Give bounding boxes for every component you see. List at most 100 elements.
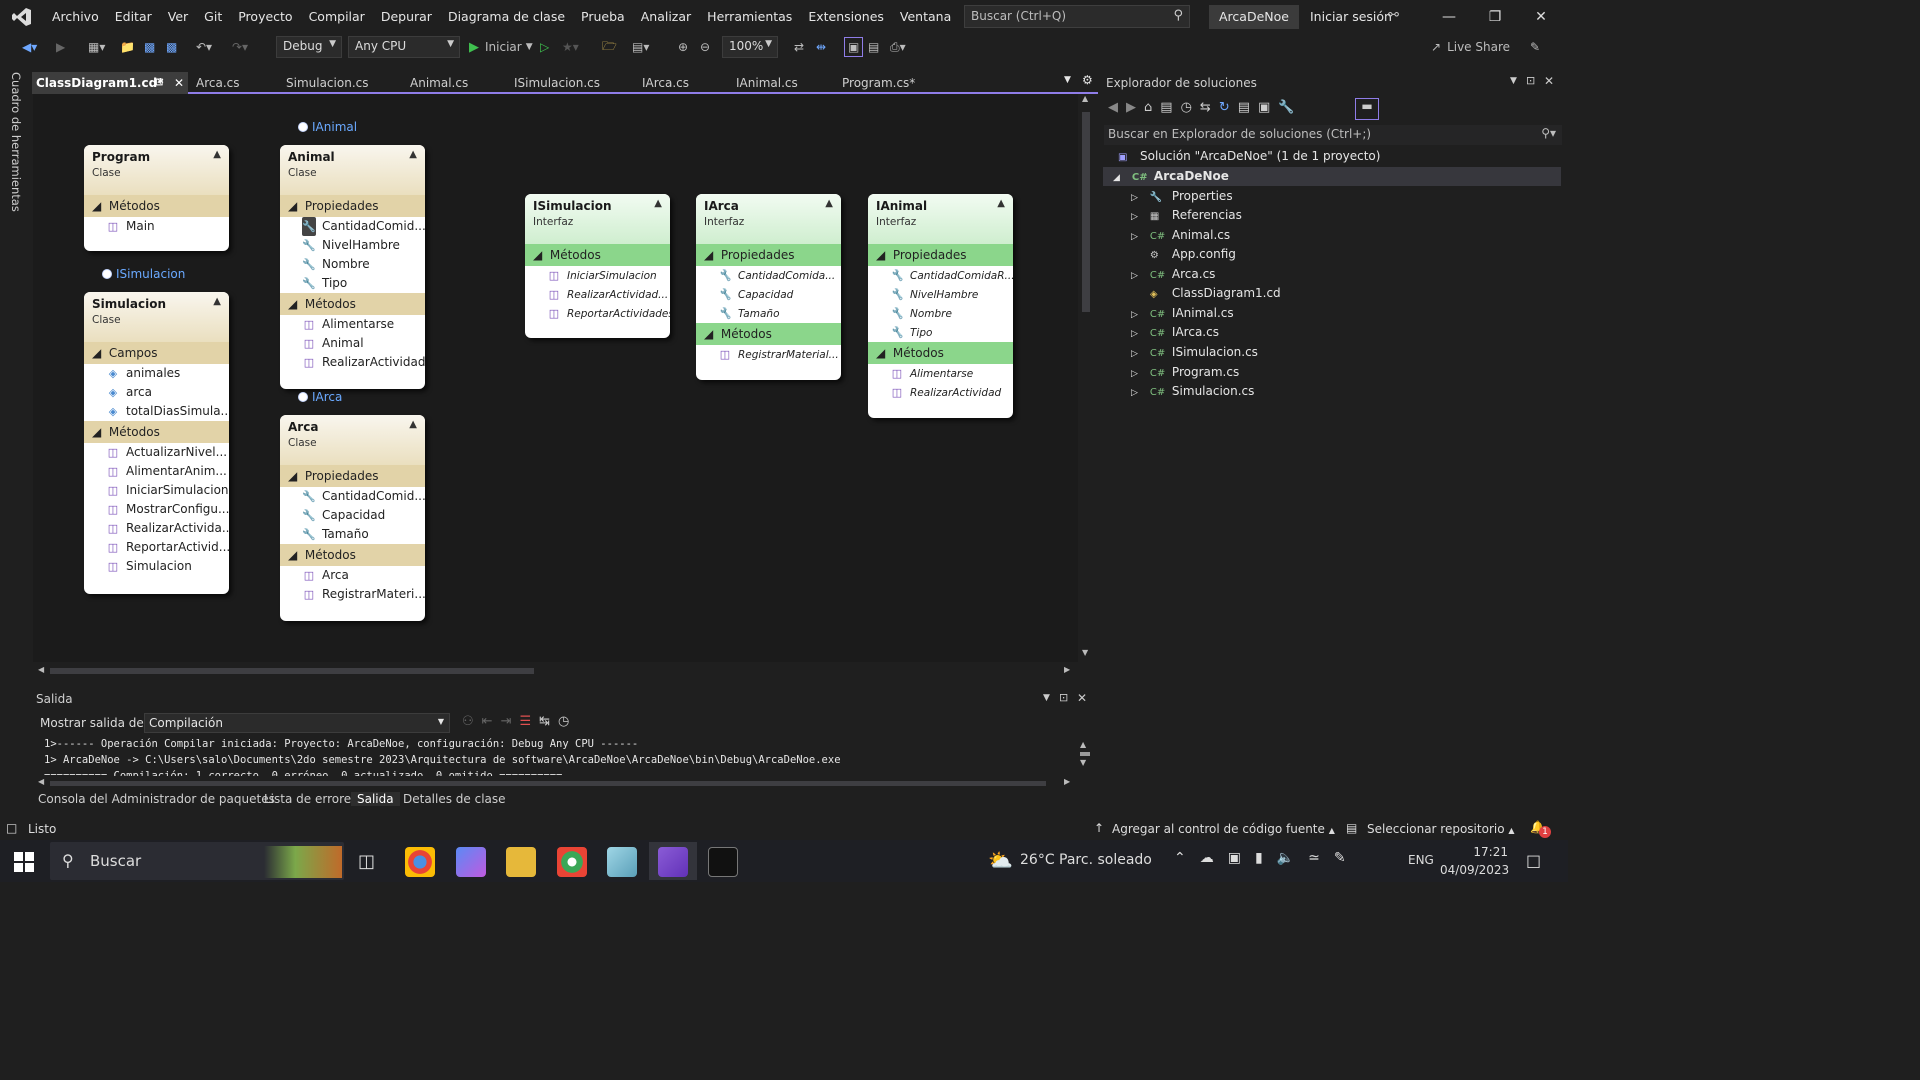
open-icon[interactable]: 📁 [120,37,135,57]
se-menu-icon[interactable]: ▼ [1510,76,1517,86]
section-propiedades[interactable]: ◢ Propiedades [280,195,425,217]
member-method[interactable]: ◫ Alimentarse [868,364,1013,383]
member-property[interactable]: 🔧 CantidadComid... [280,217,425,236]
section-campos[interactable]: ◢ Campos [84,342,229,364]
menu-extensiones[interactable]: Extensiones [800,0,892,33]
save-icon[interactable]: ▩ [144,37,155,57]
add-source-control-button[interactable]: Agregar al control de código fuente ▲ [1112,822,1335,836]
member-field[interactable]: ◈ arca [84,383,229,402]
member-property[interactable]: 🔧 CantidadComid... [280,487,425,506]
section-propiedades[interactable]: ◢ Propiedades [868,244,1013,266]
member-method[interactable]: ◫ IniciarSimulacion [84,481,229,500]
member-property[interactable]: 🔧 Capacidad [280,506,425,525]
tab-program[interactable]: Program.cs* [838,72,950,94]
output-menu-icon[interactable]: ▼ [1043,693,1050,703]
taskbar-search[interactable]: ⚲ Buscar [50,842,344,880]
member-method[interactable]: ◫ ReportarActivid... [84,538,229,557]
member-field[interactable]: ◈ totalDiasSimula... [84,402,229,421]
tab-package-console[interactable]: Consola del Administrador de paquetes [38,792,275,806]
section-metodos[interactable]: ◢ Métodos [280,544,425,566]
menu-proyecto[interactable]: Proyecto [230,0,300,33]
member-field[interactable]: ◈ animales [84,364,229,383]
collapse-icon[interactable]: ▲ [409,419,417,430]
member-main[interactable]: ◫ Main [84,217,229,236]
display-name-icon[interactable]: ▣ [844,37,864,57]
display-signature-icon[interactable]: ⎙▾ [890,37,906,57]
notepad-icon[interactable] [607,847,637,877]
tree-item-appconfig[interactable]: ▷⚙App.config [1131,245,1236,264]
tab-class-details[interactable]: Detalles de clase [403,792,506,806]
menu-archivo[interactable]: Archivo [44,0,107,33]
canvas-vertical-scrollbar[interactable]: ▲ ▼ [1080,94,1092,662]
menu-analizar[interactable]: Analizar [633,0,699,33]
zoom-in-icon[interactable]: ⊕ [678,37,688,57]
se-search-input[interactable]: Buscar en Explorador de soluciones (Ctrl… [1104,125,1562,145]
output-text[interactable]: 1>------ Operación Compilar iniciada: Pr… [44,736,841,776]
member-method[interactable]: ◫ RealizarActividad... [525,285,670,304]
lollipop-ianimal[interactable]: IAnimal [298,120,357,134]
tree-item-iarca[interactable]: ▷ C# IArca.cs [1131,323,1219,342]
toolbox-tab[interactable]: Cuadro de herramientas [9,72,23,212]
member-method[interactable]: ◫ RealizarActivida... [84,519,229,538]
tab-isimulacion[interactable]: ISimulacion.cs [510,72,636,94]
tree-solution[interactable]: ▣ Solución "ArcaDeNoe" (1 de 1 proyecto) [1118,147,1380,166]
class-arca[interactable]: Arca Clase ▲ ◢ Propiedades 🔧 CantidadComid.… [280,415,425,621]
tree-item-animal[interactable]: ▷ C# Animal.cs [1131,226,1230,245]
menu-git[interactable]: Git [196,0,230,33]
member-property[interactable]: 🔧 Capacidad [696,285,841,304]
zoom-select[interactable]: 100% ▼ [722,36,778,58]
member-property[interactable]: 🔧 CantidadComida... [696,266,841,285]
select-repo-button[interactable]: Seleccionar repositorio ▲ [1367,822,1515,836]
redo-icon[interactable]: ↷▾ [232,37,248,57]
weather-icon[interactable]: ⛅ [988,848,1013,872]
member-method[interactable]: ◫ RealizarActividad [868,383,1013,402]
tab-simulacion[interactable]: Simulacion.cs [282,72,402,94]
windows-start-icon[interactable] [14,852,34,872]
member-method[interactable]: ◫ IniciarSimulacion [525,266,670,285]
output-vscroll[interactable]: ▲ ▼ [1080,740,1092,774]
collapse-icon[interactable]: ▲ [409,149,417,160]
tab-overflow-icon[interactable]: ▼ [1064,75,1071,85]
zoom-out-icon[interactable]: ⊖ [700,37,710,57]
member-property[interactable]: 🔧 CantidadComidaR... [868,266,1013,285]
tree-item-simulacion[interactable]: ▷ C# Simulacion.cs [1131,382,1254,401]
task-view-icon[interactable]: ◫ [358,851,375,872]
live-share-button[interactable]: ↗ Live Share [1431,37,1510,57]
hot-reload-icon[interactable]: ★▾ [562,37,579,57]
section-propiedades[interactable]: ◢ Propiedades [280,465,425,487]
member-property[interactable]: 🔧 NivelHambre [280,236,425,255]
class-simulacion[interactable]: Simulacion Clase ▲ ◢ Campos ◈ animales ◈ arc… [84,292,229,594]
member-property[interactable]: 🔧 Tamaño [280,525,425,544]
visual-studio-taskbar-icon[interactable] [658,847,688,877]
member-method[interactable]: ◫ Arca [280,566,425,585]
clock-time[interactable]: 17:21 [1460,845,1508,859]
tree-item-properties[interactable]: ▷ 🔧 Properties [1131,187,1233,206]
collapse-icon[interactable]: ▲ [654,198,662,209]
folder-icon[interactable]: 🗁 [602,37,617,57]
output-source-select[interactable]: Compilación ▼ [144,713,450,733]
start-button[interactable]: ▶ Iniciar ▼ [469,37,533,57]
member-method[interactable]: ◫ ActualizarNivel... [84,443,229,462]
display-type-icon[interactable]: ▤ [868,37,879,57]
menu-editar[interactable]: Editar [107,0,160,33]
search-input[interactable]: Buscar (Ctrl+Q) ⚲ [964,5,1190,28]
pin-icon[interactable]: ⊡ [155,72,163,94]
tray-icons[interactable]: ⌃☁▣▮🔈≃✎ [1174,850,1360,866]
tab-ianimal[interactable]: IAnimal.cs [732,72,836,94]
save-all-icon[interactable]: ▩ [166,37,177,57]
tree-item-isimulacion[interactable]: ▷ C# ISimulacion.cs [1131,343,1258,362]
menu-ventana[interactable]: Ventana [892,0,959,33]
platform-select[interactable]: Any CPU ▼ [348,36,460,58]
notification-center-icon[interactable]: □ [1526,851,1541,870]
visual-studio-logo-icon[interactable] [0,0,44,33]
member-method[interactable]: ◫ Animal [280,334,425,353]
member-property[interactable]: 🔧 Nombre [868,304,1013,323]
section-metodos[interactable]: ◢ Métodos [84,195,229,217]
menu-herramientas[interactable]: Herramientas [699,0,800,33]
file-explorer-icon[interactable] [506,847,536,877]
clock-date[interactable]: 04/09/2023 [1440,863,1509,877]
member-method[interactable]: ◫ Alimentarse [280,315,425,334]
maximize-icon[interactable]: ❐ [1472,0,1518,33]
member-method[interactable]: ◫ RegistrarMaterial... [696,345,841,364]
se-close-icon[interactable]: ✕ [1544,74,1554,88]
